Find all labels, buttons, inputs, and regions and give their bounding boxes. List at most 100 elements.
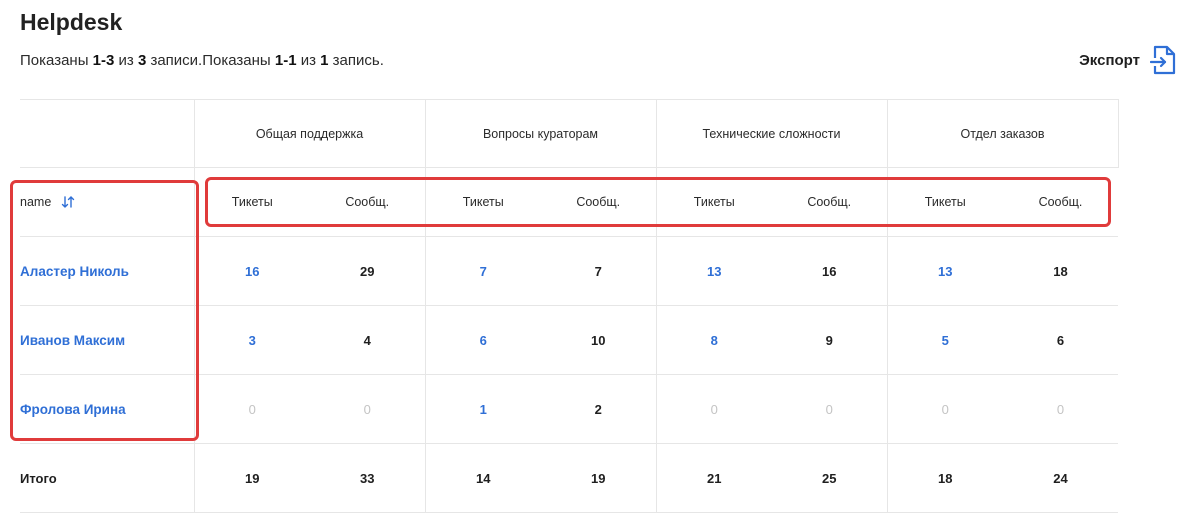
tickets-cell: 1 (424, 374, 541, 444)
messages-cell: 6 (1003, 305, 1118, 375)
messages-count: 16 (822, 263, 837, 279)
messages-count: 9 (825, 332, 833, 348)
messages-count: 7 (594, 263, 602, 279)
tickets-count-link[interactable]: 6 (480, 333, 487, 348)
total-value: 19 (591, 470, 606, 486)
tickets-cell: 5 (886, 305, 1003, 375)
summary-segment: запись. (328, 52, 384, 69)
tickets-cell: 0 (886, 374, 1003, 444)
group-header: Технические сложности (655, 99, 887, 168)
messages-count: 29 (360, 263, 375, 279)
tickets-count-link[interactable]: 13 (707, 264, 721, 279)
subheader-row: name Тикеты Сообщ. Тикеты Сообщ. Тикеты … (20, 167, 1118, 237)
total-row: Итого 19 33 14 19 21 25 18 24 (20, 443, 1118, 513)
subheader-tickets: Тикеты (655, 167, 772, 237)
name-cell: Фролова Ирина (20, 374, 194, 444)
messages-cell: 9 (772, 305, 887, 375)
total-value: 18 (938, 470, 953, 486)
total-value: 24 (1053, 470, 1068, 486)
tickets-count-link[interactable]: 7 (480, 264, 487, 279)
zero-value: 0 (363, 401, 371, 417)
tickets-cell: 0 (193, 374, 310, 444)
name-header-label: name (20, 194, 52, 209)
tickets-cell: 13 (655, 236, 772, 306)
summary-segment: из (114, 52, 138, 69)
tickets-count-link[interactable]: 13 (938, 264, 952, 279)
total-cell: 25 (772, 443, 887, 513)
messages-cell: 7 (541, 236, 656, 306)
subheader-messages: Сообщ. (541, 167, 656, 237)
messages-cell: 4 (310, 305, 425, 375)
total-value: 21 (707, 470, 722, 486)
records-summary: Показаны 1-3 из 3 записи.Показаны 1-1 из… (20, 52, 384, 69)
helpdesk-table: Общая поддержка Вопросы кураторам Технич… (20, 99, 1119, 513)
agent-name-link[interactable]: Иванов Максим (20, 333, 125, 348)
messages-cell: 29 (310, 236, 425, 306)
messages-count: 18 (1053, 263, 1068, 279)
tickets-count-link[interactable]: 8 (711, 333, 718, 348)
total-cell: 18 (886, 443, 1003, 513)
table-row: Аластер Николь 16 29 7 7 13 16 13 18 (20, 236, 1118, 306)
tickets-cell: 16 (193, 236, 310, 306)
zero-value: 0 (248, 401, 256, 417)
messages-cell: 10 (541, 305, 656, 375)
summary-segment: Показаны (20, 52, 93, 69)
tickets-cell: 7 (424, 236, 541, 306)
total-cell: 14 (424, 443, 541, 513)
agent-name-link[interactable]: Фролова Ирина (20, 402, 126, 417)
messages-count: 6 (1056, 332, 1065, 348)
export-icon (1150, 45, 1176, 75)
tickets-cell: 3 (193, 305, 310, 375)
subheader-messages: Сообщ. (772, 167, 887, 237)
name-column-header[interactable]: name (20, 167, 194, 237)
total-value: 14 (476, 470, 491, 486)
export-label: Экспорт (1079, 51, 1140, 69)
page-title: Helpdesk (20, 9, 123, 35)
tickets-count-link[interactable]: 16 (245, 264, 259, 279)
messages-cell: 2 (541, 374, 656, 444)
summary-segment: 1-3 (92, 52, 115, 69)
total-cell: 21 (655, 443, 772, 513)
total-label-cell: Итого (20, 443, 194, 513)
messages-cell: 0 (310, 374, 425, 444)
export-button[interactable]: Экспорт (1079, 44, 1178, 76)
messages-count: 4 (363, 332, 371, 348)
group-header: Общая поддержка (193, 99, 425, 168)
subheader-tickets: Тикеты (193, 167, 310, 237)
messages-cell: 0 (1003, 374, 1118, 444)
tickets-cell: 8 (655, 305, 772, 375)
total-cell: 19 (541, 443, 656, 513)
agent-name-link[interactable]: Аластер Николь (20, 264, 129, 279)
group-header: Вопросы кураторам (424, 99, 656, 168)
subheader-tickets: Тикеты (886, 167, 1003, 237)
tickets-cell: 0 (655, 374, 772, 444)
group-header: Отдел заказов (886, 99, 1119, 168)
total-cell: 33 (310, 443, 425, 513)
subheader-messages: Сообщ. (1003, 167, 1118, 237)
tickets-count-link[interactable]: 1 (480, 402, 487, 417)
tickets-count-link[interactable]: 3 (249, 333, 256, 348)
zero-value: 0 (825, 401, 833, 417)
table-row: Иванов Максим 3 4 6 10 8 9 5 6 (20, 305, 1118, 375)
messages-cell: 16 (772, 236, 887, 306)
messages-count: 2 (594, 401, 602, 417)
zero-value: 0 (941, 401, 949, 417)
subheader-tickets: Тикеты (424, 167, 541, 237)
summary-segment: из (296, 52, 321, 69)
name-cell: Аластер Николь (20, 236, 194, 306)
summary-segment: записи.Показаны (146, 52, 275, 69)
table-row: Фролова Ирина 0 0 1 2 0 0 0 0 (20, 374, 1118, 444)
subheader-messages: Сообщ. (310, 167, 425, 237)
sort-icon[interactable] (61, 195, 75, 209)
total-value: 25 (822, 470, 837, 486)
total-value: 33 (360, 470, 375, 486)
tickets-count-link[interactable]: 5 (942, 333, 949, 348)
messages-count: 10 (591, 332, 606, 348)
tickets-cell: 13 (886, 236, 1003, 306)
zero-value: 0 (710, 401, 718, 417)
total-label: Итого (20, 470, 57, 486)
zero-value: 0 (1056, 401, 1065, 417)
total-value: 19 (245, 470, 260, 486)
name-cell: Иванов Максим (20, 305, 194, 375)
total-cell: 19 (193, 443, 310, 513)
